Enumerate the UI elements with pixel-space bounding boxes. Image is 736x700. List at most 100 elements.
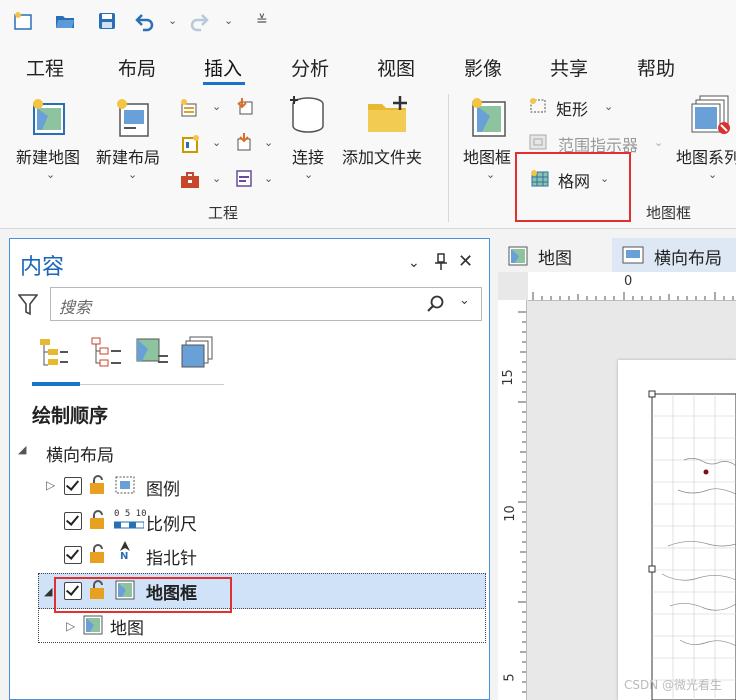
import-map-dropdown-icon[interactable]: ⌄ bbox=[212, 100, 221, 113]
toolbox-dropdown-icon[interactable]: ⌄ bbox=[212, 172, 221, 185]
map-frame-dropdown-icon[interactable]: ⌄ bbox=[486, 168, 495, 181]
open-project-icon[interactable] bbox=[54, 10, 76, 32]
legend-checkbox[interactable] bbox=[64, 477, 82, 495]
import-icon[interactable] bbox=[234, 96, 254, 116]
pin-icon[interactable] bbox=[434, 253, 448, 271]
contents-pane: 内容 ⌄ ✕ 搜索 ⌄ 绘制顺序 ◢ 横向布局 ▷ 图例 0 5 10 比例尺 … bbox=[9, 238, 490, 700]
map-frame-icon[interactable] bbox=[470, 96, 508, 138]
expand-legend-icon[interactable]: ▷ bbox=[46, 478, 55, 492]
add-folder-icon[interactable] bbox=[366, 94, 410, 136]
new-layout-button[interactable]: 新建布局 bbox=[96, 144, 160, 168]
ruler-left-label-5: 5 bbox=[502, 673, 518, 682]
search-options-icon[interactable]: ⌄ bbox=[459, 293, 470, 308]
drawing-order-view-icon[interactable] bbox=[36, 335, 72, 371]
connect-dropdown-icon[interactable]: ⌄ bbox=[304, 168, 313, 181]
tab-view[interactable]: 视图 bbox=[377, 54, 415, 81]
customize-toolbar-icon[interactable]: ≚ bbox=[256, 13, 268, 29]
new-map-icon[interactable] bbox=[30, 96, 68, 138]
doc-tab-layout-label: 横向布局 bbox=[654, 249, 722, 269]
layout-root-label[interactable]: 横向布局 bbox=[46, 441, 114, 466]
map-tab-icon bbox=[508, 246, 528, 266]
notebook-icon[interactable] bbox=[234, 168, 254, 188]
pane-title: 内容 bbox=[20, 255, 65, 280]
import-map-icon[interactable] bbox=[180, 98, 200, 118]
map-series-icon[interactable] bbox=[690, 94, 732, 136]
rectangle-dropdown-icon[interactable]: ⌄ bbox=[604, 100, 613, 113]
redo-icon[interactable] bbox=[188, 10, 210, 32]
collapse-root-icon[interactable]: ◢ bbox=[18, 443, 26, 456]
scale-bar-checkbox[interactable] bbox=[64, 512, 82, 530]
add-folder-button[interactable]: 添加文件夹 bbox=[342, 144, 422, 168]
map-tree-icon bbox=[83, 615, 103, 635]
toolbox-icon[interactable] bbox=[180, 170, 200, 190]
lock-icon[interactable] bbox=[88, 544, 110, 564]
new-map-dropdown-icon[interactable]: ⌄ bbox=[46, 168, 55, 181]
group-label-map-frame: 地图框 bbox=[646, 204, 692, 222]
collapse-map-frame-icon[interactable]: ◢ bbox=[44, 585, 52, 598]
map-frame-button[interactable]: 地图框 bbox=[463, 144, 511, 168]
notebook-dropdown-icon[interactable]: ⌄ bbox=[264, 172, 273, 185]
expand-map-icon[interactable]: ▷ bbox=[66, 619, 75, 633]
close-icon[interactable]: ✕ bbox=[458, 251, 473, 272]
group-label-project: 工程 bbox=[208, 204, 239, 222]
doc-tab-layout[interactable]: 横向布局 bbox=[612, 238, 736, 272]
ribbon-tabs: 工程 布局 插入 分析 视图 影像 共享 帮助 bbox=[0, 46, 736, 132]
active-view-indicator bbox=[32, 382, 80, 386]
ruler-ticks-left bbox=[518, 311, 526, 693]
map-series-button[interactable]: 地图系列 bbox=[676, 144, 736, 168]
filter-icon[interactable] bbox=[18, 293, 38, 317]
tab-project[interactable]: 工程 bbox=[26, 54, 64, 81]
north-arrow-checkbox[interactable] bbox=[64, 546, 82, 564]
list-by-map-series-icon[interactable] bbox=[180, 335, 216, 371]
connect-button[interactable]: 连接 bbox=[292, 144, 324, 168]
tab-analysis[interactable]: 分析 bbox=[291, 54, 329, 81]
map-frame-graticule[interactable] bbox=[618, 360, 736, 700]
extent-indicator-dropdown-icon: ⌄ bbox=[654, 136, 664, 149]
pane-menu-icon[interactable]: ⌄ bbox=[408, 255, 420, 271]
import-layout-icon[interactable] bbox=[234, 132, 254, 152]
lock-icon[interactable] bbox=[88, 475, 110, 495]
highlight-box-map-frame bbox=[54, 577, 232, 613]
tab-imagery[interactable]: 影像 bbox=[464, 54, 502, 81]
layout-view[interactable]: 0 15 10 5 bbox=[498, 272, 736, 700]
new-map-button[interactable]: 新建地图 bbox=[16, 144, 80, 168]
drawing-order-heading: 绘制顺序 bbox=[32, 405, 109, 427]
new-layout-icon[interactable] bbox=[114, 96, 152, 138]
layout-page[interactable] bbox=[618, 360, 736, 700]
new-project-icon[interactable] bbox=[12, 10, 34, 32]
north-arrow-label[interactable]: 指北针 bbox=[146, 544, 197, 569]
legend-label[interactable]: 图例 bbox=[146, 475, 180, 500]
list-by-type-icon[interactable] bbox=[88, 335, 124, 371]
doc-tab-map[interactable]: 地图 bbox=[498, 238, 608, 272]
list-by-layout-icon[interactable] bbox=[134, 335, 170, 371]
ribbon-separator bbox=[448, 94, 449, 222]
tab-insert[interactable]: 插入 bbox=[204, 54, 242, 81]
north-arrow-letter: N bbox=[120, 551, 129, 562]
new-report-dropdown-icon[interactable]: ⌄ bbox=[212, 136, 221, 149]
lock-icon[interactable] bbox=[88, 510, 110, 530]
tab-help[interactable]: 帮助 bbox=[637, 54, 675, 81]
map-series-dropdown-icon[interactable]: ⌄ bbox=[708, 168, 717, 181]
quick-access-toolbar: ⌄ ⌄ ≚ bbox=[0, 0, 736, 46]
rectangle-icon[interactable] bbox=[528, 96, 548, 116]
ruler-left-label-10: 10 bbox=[502, 505, 518, 522]
scale-bar-label[interactable]: 比例尺 bbox=[146, 510, 197, 535]
map-label[interactable]: 地图 bbox=[110, 614, 144, 639]
horizontal-ruler: 0 bbox=[528, 272, 736, 301]
tab-share[interactable]: 共享 bbox=[550, 54, 588, 81]
new-report-icon[interactable] bbox=[180, 134, 200, 154]
rectangle-button[interactable]: 矩形 bbox=[556, 96, 588, 120]
import-layout-dropdown-icon[interactable]: ⌄ bbox=[264, 136, 273, 149]
undo-icon[interactable] bbox=[134, 10, 156, 32]
undo-dropdown-icon[interactable]: ⌄ bbox=[168, 14, 177, 27]
watermark: CSDN @微光看生 bbox=[624, 678, 723, 692]
redo-dropdown-icon[interactable]: ⌄ bbox=[224, 14, 233, 27]
search-icon[interactable] bbox=[427, 295, 445, 313]
database-icon[interactable] bbox=[288, 94, 326, 136]
scale-bar-icon bbox=[114, 521, 144, 529]
save-icon[interactable] bbox=[96, 10, 118, 32]
doc-tab-map-label: 地图 bbox=[538, 249, 572, 269]
new-layout-dropdown-icon[interactable]: ⌄ bbox=[128, 168, 137, 181]
search-input[interactable]: 搜索 ⌄ bbox=[50, 287, 482, 321]
tab-layout[interactable]: 布局 bbox=[118, 54, 156, 81]
